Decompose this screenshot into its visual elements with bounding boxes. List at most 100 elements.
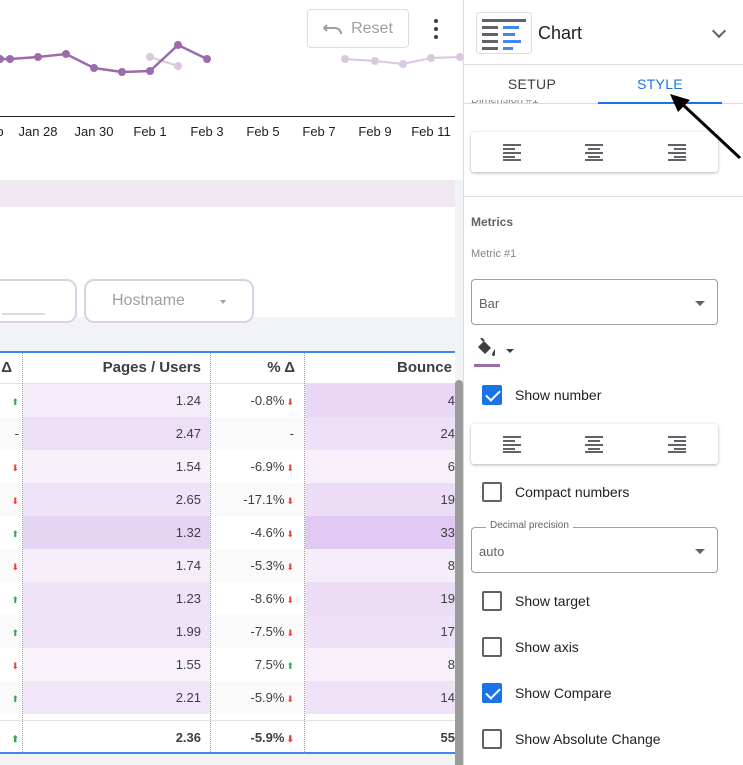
- bar-color-picker[interactable]: [472, 336, 518, 370]
- panel-header: Chart: [464, 0, 743, 64]
- undo-icon: [323, 23, 343, 34]
- arrow-down-icon: ⬇: [11, 496, 19, 506]
- x-tick-label: Feb 11: [411, 124, 451, 139]
- time-series-lines: [0, 41, 463, 76]
- show-compare-checkbox[interactable]: [482, 683, 502, 703]
- table-row[interactable]: ⬇ 1.54 -6.9% ⬇ 6: [0, 450, 455, 483]
- chart-type-icon[interactable]: [476, 12, 532, 54]
- align-center-icon[interactable]: [585, 436, 603, 453]
- cell-bounce: 4: [305, 384, 455, 417]
- decimal-precision-select[interactable]: Decimal precision auto: [471, 520, 718, 573]
- cell-pct-delta-value: 7.5%: [254, 657, 285, 672]
- align-left-icon[interactable]: [503, 436, 521, 453]
- filter-control-partial[interactable]: [0, 279, 77, 323]
- arrow-up-icon: ⬆: [11, 628, 19, 638]
- x-tick-label: Feb 3: [190, 124, 224, 139]
- x-tick-label: Feb 9: [358, 124, 392, 139]
- tab-setup[interactable]: SETUP: [470, 65, 594, 103]
- table-row[interactable]: ⬇ 1.74 -5.3% ⬇ 8: [0, 549, 455, 582]
- arrow-down-icon: ⬇: [286, 595, 294, 605]
- comparison-series: [146, 53, 463, 70]
- cell-pages-users: 1.54: [23, 450, 210, 483]
- series-point: [456, 53, 463, 61]
- x-tick-label: Jan 30: [74, 124, 114, 139]
- table-scrollbar[interactable]: [455, 380, 463, 765]
- show-absolute-change-checkbox[interactable]: [482, 729, 502, 749]
- column-header-pages-users[interactable]: Pages / Users: [24, 359, 201, 376]
- show-number-checkbox[interactable]: [482, 385, 502, 405]
- chevron-down-icon: [695, 549, 705, 554]
- arrow-down-icon: ⬇: [11, 562, 19, 572]
- cell-pct-delta-value: -: [289, 426, 294, 441]
- arrow-up-icon: ⬆: [11, 694, 19, 704]
- chevron-down-icon: [695, 301, 705, 306]
- column-header-bounce[interactable]: Bounce: [306, 359, 452, 376]
- cell-pct-delta: -5.9% ⬇: [211, 721, 304, 754]
- x-tick-label: b: [0, 124, 4, 139]
- chevron-down-icon: [506, 349, 514, 353]
- cell-bounce: 17: [305, 615, 455, 648]
- table-row[interactable]: -2.47-24: [0, 417, 455, 450]
- cell-pct-delta-value: -5.3%: [250, 558, 285, 573]
- align-right-icon[interactable]: [668, 436, 686, 453]
- arrow-up-icon: ⬆: [286, 661, 294, 671]
- table-row[interactable]: ⬆ 2.21 -5.9% ⬇ 14: [0, 681, 455, 714]
- cell-delta: ⬇: [0, 483, 19, 516]
- series-point: [62, 50, 70, 58]
- cell-pages-users: 1.74: [23, 549, 210, 582]
- cell-pages-users: 1.99: [23, 615, 210, 648]
- chevron-down-icon[interactable]: [711, 23, 727, 39]
- cell-pages-users: 1.23: [23, 582, 210, 615]
- table-row[interactable]: ⬆ 1.24 -0.8% ⬇ 4: [0, 384, 455, 417]
- cell-pct-delta-value: -17.1%: [243, 492, 285, 507]
- align-left-icon[interactable]: [503, 144, 521, 161]
- hostname-filter[interactable]: Hostname: [84, 279, 254, 323]
- show-target-checkbox[interactable]: [482, 591, 502, 611]
- arrow-up-icon: ⬆: [11, 397, 19, 407]
- column-header-delta[interactable]: Δ: [0, 359, 12, 376]
- cell-delta: ⬇: [0, 450, 19, 483]
- column-header-pct-delta[interactable]: % Δ: [212, 359, 295, 376]
- cell-delta: ⬆: [0, 615, 19, 648]
- cell-delta: ⬆: [0, 721, 19, 754]
- table-row[interactable]: ⬇ 1.55 7.5% ⬆ 8: [0, 648, 455, 681]
- table-row[interactable]: ⬆ 1.23 -8.6% ⬇ 19: [0, 582, 455, 615]
- cell-pct-delta-value: -7.5%: [250, 624, 285, 639]
- column-divider: [22, 353, 23, 754]
- series-point: [34, 53, 42, 61]
- primary-series: [0, 41, 211, 76]
- paint-bucket-icon: [478, 338, 495, 356]
- arrow-up-icon: ⬆: [11, 595, 19, 605]
- arrow-down-icon: ⬇: [286, 734, 294, 744]
- series-point: [90, 64, 98, 72]
- series-point: [174, 62, 182, 70]
- more-options-icon[interactable]: [426, 14, 446, 44]
- table-row[interactable]: ⬆ 1.32 -4.6% ⬇ 33: [0, 516, 455, 549]
- arrow-down-icon: ⬇: [286, 529, 294, 539]
- table-row[interactable]: ⬇ 2.65 -17.1% ⬇ 19: [0, 483, 455, 516]
- show-axis-checkbox[interactable]: [482, 637, 502, 657]
- reset-button[interactable]: Reset: [307, 9, 409, 48]
- cell-pages-users: 1.32: [23, 516, 210, 549]
- metric-type-select[interactable]: Bar: [471, 279, 718, 325]
- x-axis: [0, 116, 455, 117]
- arrow-down-icon: ⬇: [286, 496, 294, 506]
- column-divider: [210, 353, 211, 754]
- series-point: [146, 53, 154, 61]
- cell-pct-delta-value: -5.9%: [250, 730, 285, 745]
- series-point: [146, 67, 154, 75]
- decimal-precision-value: auto: [479, 544, 505, 559]
- cell-pct-delta: -4.6% ⬇: [211, 516, 304, 549]
- cell-bounce: 14: [305, 681, 455, 714]
- cell-delta: ⬆: [0, 681, 19, 714]
- cell-pct-delta: -: [211, 417, 304, 450]
- table-row[interactable]: ⬆ 1.99 -7.5% ⬇ 17: [0, 615, 455, 648]
- x-tick-label: Jan 28: [18, 124, 58, 139]
- cell-pct-delta: -5.3% ⬇: [211, 549, 304, 582]
- series-point: [399, 60, 407, 68]
- cell-pct-delta-value: -8.6%: [250, 591, 285, 606]
- align-center-icon[interactable]: [585, 144, 603, 161]
- compact-numbers-checkbox[interactable]: [482, 482, 502, 502]
- show-compare-label: Show Compare: [515, 685, 612, 701]
- reset-label: Reset: [351, 19, 393, 37]
